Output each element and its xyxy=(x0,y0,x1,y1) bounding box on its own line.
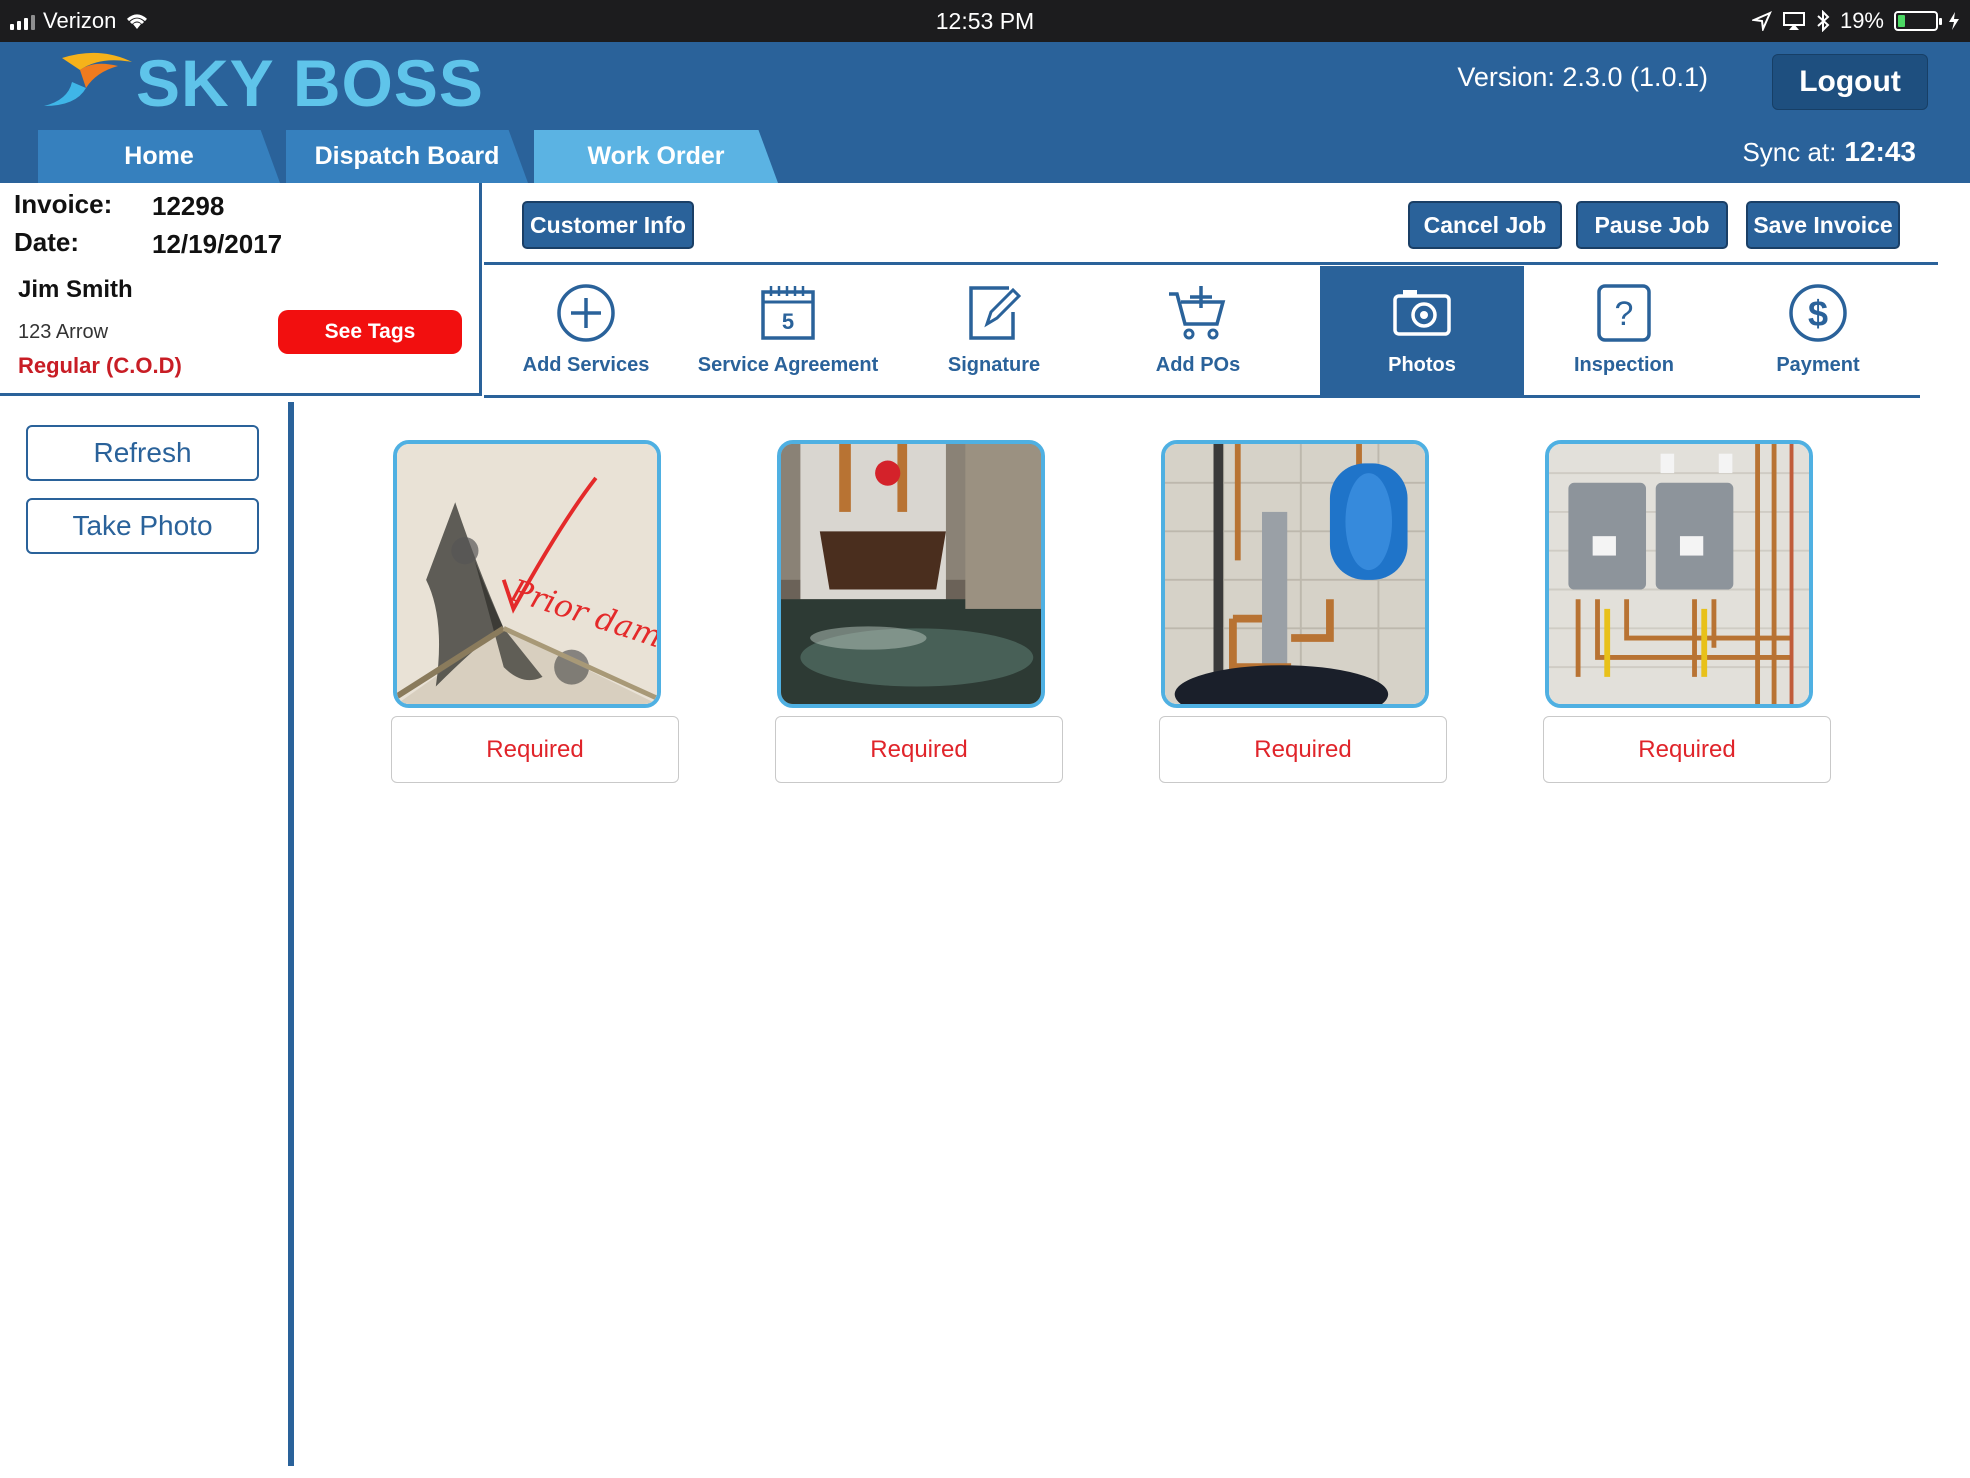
swoosh-logo-icon xyxy=(44,52,132,106)
calendar-icon: 5 xyxy=(761,286,815,340)
pencil-edit-icon xyxy=(969,286,1022,340)
plus-circle-icon xyxy=(557,284,615,342)
sync-label: Sync at: xyxy=(1742,137,1837,167)
clock: 12:53 PM xyxy=(935,8,1035,34)
invoice-number: 12298 xyxy=(152,191,225,221)
svg-text:?: ? xyxy=(1615,295,1634,333)
customer-address: 123 Arrow xyxy=(18,321,109,343)
photo-status[interactable]: Required xyxy=(1543,716,1831,783)
app-name: SKY BOSS xyxy=(136,46,484,120)
battery-percent: 19% xyxy=(1839,8,1884,33)
tool-payment[interactable]: $ Payment xyxy=(1716,266,1920,395)
pause-job-button[interactable]: Pause Job xyxy=(1576,201,1728,249)
tool-label: Signature xyxy=(947,354,1041,376)
tool-service-agreement[interactable]: 5 Service Agreement xyxy=(686,266,890,395)
invoice-label: Invoice: xyxy=(14,189,113,219)
bluetooth-icon xyxy=(1817,10,1830,32)
expansion-tank-photo xyxy=(1165,444,1425,704)
invoice-info-panel: Invoice: 12298 Date: 12/19/2017 Jim Smit… xyxy=(0,183,482,396)
battery-fill xyxy=(1898,15,1905,27)
take-photo-button[interactable]: Take Photo xyxy=(26,498,259,554)
status-bar: Verizon 12:53 PM 19% xyxy=(0,0,1970,42)
refresh-button[interactable]: Refresh xyxy=(26,425,259,481)
tool-add-services[interactable]: Add Services xyxy=(484,266,688,395)
tankless-heaters-photo xyxy=(1549,444,1809,704)
app-logo: SKY BOSS xyxy=(40,48,484,118)
photo-thumbnail[interactable] xyxy=(1161,440,1429,708)
tool-signature[interactable]: Signature xyxy=(892,266,1096,395)
tool-label: Photos xyxy=(1388,354,1456,376)
tool-label: Add POs xyxy=(1155,354,1241,376)
tool-photos[interactable]: Photos xyxy=(1320,266,1524,395)
sync-time: 12:43 xyxy=(1844,136,1916,167)
svg-text:$: $ xyxy=(1808,293,1828,334)
camera-icon xyxy=(1393,290,1451,336)
see-tags-button[interactable]: See Tags xyxy=(278,310,462,354)
photo-status[interactable]: Required xyxy=(391,716,679,783)
tab-dispatch-board[interactable]: Dispatch Board xyxy=(286,130,528,183)
save-invoice-button[interactable]: Save Invoice xyxy=(1746,201,1900,249)
mold-damage-photo: Prior damage xyxy=(397,444,657,704)
customer-info-button[interactable]: Customer Info xyxy=(522,201,694,249)
water-heater-leak-photo xyxy=(781,444,1041,704)
photo-thumbnail[interactable] xyxy=(777,440,1045,708)
svg-text:5: 5 xyxy=(782,309,794,334)
question-icon: ? xyxy=(1597,284,1651,342)
photo-status[interactable]: Required xyxy=(775,716,1063,783)
payment-type: Regular (C.O.D) xyxy=(18,353,182,378)
battery-icon xyxy=(1894,11,1942,31)
tool-label: Service Agreement xyxy=(697,354,879,376)
tool-label: Add Services xyxy=(522,354,650,376)
cart-plus-icon xyxy=(1169,286,1226,340)
cancel-job-button[interactable]: Cancel Job xyxy=(1408,201,1562,249)
tab-home[interactable]: Home xyxy=(38,130,280,183)
date-label: Date: xyxy=(14,227,80,257)
app-header: SKY BOSS Version: 2.3.0 (1.0.1) Logout xyxy=(0,42,1970,118)
tool-label: Inspection xyxy=(1573,354,1674,376)
app-root: Verizon 12:53 PM 19% SKY BOSS Version: 2… xyxy=(0,0,1970,1478)
photo-thumbnail[interactable] xyxy=(1545,440,1813,708)
sync-status: Sync at: 12:43 xyxy=(1742,136,1916,168)
photo-thumbnail[interactable]: Prior damage xyxy=(393,440,661,708)
action-bar: Customer Info Cancel Job Pause Job Save … xyxy=(484,183,1938,265)
version-label: Version: 2.3.0 (1.0.1) xyxy=(1457,62,1708,92)
tool-add-pos[interactable]: Add POs xyxy=(1096,266,1300,395)
tab-work-order[interactable]: Work Order xyxy=(534,130,778,183)
status-bar-right: 19% xyxy=(1751,8,1960,34)
location-arrow-icon xyxy=(1751,11,1772,31)
work-order-toolbar: Add Services 5 Service Agreement Signatu… xyxy=(484,266,1920,398)
photo-status[interactable]: Required xyxy=(1159,716,1447,783)
main-nav: Home Dispatch Board Work Order Sync at: 1… xyxy=(0,118,1970,183)
tool-inspection[interactable]: ? Inspection xyxy=(1522,266,1726,395)
charging-bolt-icon xyxy=(1949,12,1959,30)
sidebar-divider xyxy=(288,402,294,1466)
logout-button[interactable]: Logout xyxy=(1772,54,1928,110)
tool-label: Payment xyxy=(1776,354,1860,376)
invoice-date: 12/19/2017 xyxy=(152,229,283,259)
airplay-icon xyxy=(1782,12,1805,30)
customer-name: Jim Smith xyxy=(18,276,133,303)
dollar-icon: $ xyxy=(1789,284,1847,342)
